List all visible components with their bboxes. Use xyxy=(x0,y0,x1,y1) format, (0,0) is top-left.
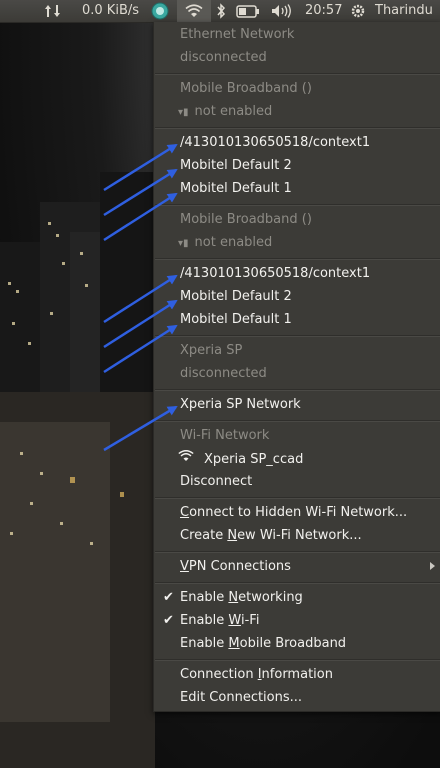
top-panel: 0.0 KiB/s 20:57 Tharindu xyxy=(0,0,440,23)
wifi-header: Wi-Fi Network xyxy=(180,428,270,443)
volume-icon[interactable] xyxy=(271,0,293,22)
network-monitor-icon[interactable] xyxy=(150,0,170,22)
ethernet-status: disconnected xyxy=(180,50,267,65)
separator xyxy=(155,659,440,661)
connection-item-context1[interactable]: /413010130650518/context1 xyxy=(180,132,370,154)
separator xyxy=(155,420,440,422)
connect-hidden-wifi-item[interactable]: Connect to Hidden Wi-Fi Network... xyxy=(180,502,407,524)
wifi-ssid: Xperia SP_ccad xyxy=(204,451,304,467)
edit-connections-item[interactable]: Edit Connections... xyxy=(180,687,302,709)
connection-item-mobitel-default-2[interactable]: Mobitel Default 2 xyxy=(180,286,292,308)
network-menu: Ethernet Network disconnected Mobile Bro… xyxy=(153,22,440,712)
wifi-network-item[interactable]: Xperia SP_ccad xyxy=(178,448,303,470)
xperia-header: Xperia SP xyxy=(180,343,243,358)
check-icon: ✔ xyxy=(163,613,174,628)
connection-information-item[interactable]: Connection Information xyxy=(180,664,333,686)
mobile-broadband-header: Mobile Broadband () xyxy=(180,212,312,227)
vpn-connections-item[interactable]: VPN Connections xyxy=(180,556,291,578)
updown-arrows-icon xyxy=(44,0,62,22)
enable-mobile-broadband-item[interactable]: Enable Mobile Broadband xyxy=(180,633,346,655)
connection-item-mobitel-default-1[interactable]: Mobitel Default 1 xyxy=(180,309,292,331)
separator xyxy=(155,389,440,391)
separator xyxy=(155,551,440,553)
clock[interactable]: 20:57 xyxy=(305,0,342,22)
xperia-status: disconnected xyxy=(180,366,267,381)
mobile-broadband-status: ▾▮ not enabled xyxy=(178,235,273,250)
separator xyxy=(155,582,440,584)
submenu-arrow-icon xyxy=(430,562,435,570)
separator xyxy=(155,204,440,206)
separator xyxy=(155,497,440,499)
create-new-wifi-item[interactable]: Create New Wi-Fi Network... xyxy=(180,525,362,547)
bluetooth-icon[interactable] xyxy=(216,0,226,22)
power-gear-icon[interactable] xyxy=(350,0,366,22)
check-icon: ✔ xyxy=(163,590,174,605)
mobile-broadband-status: ▾▮ not enabled xyxy=(178,104,273,119)
connection-item-xperia-sp-network[interactable]: Xperia SP Network xyxy=(180,394,301,416)
signal-icon: ▾▮ xyxy=(178,107,189,118)
network-speed: 0.0 KiB/s xyxy=(82,3,140,18)
enable-networking-item[interactable]: Enable Networking xyxy=(180,587,303,609)
wifi-icon[interactable] xyxy=(177,0,211,22)
connection-item-mobitel-default-1[interactable]: Mobitel Default 1 xyxy=(180,178,292,200)
disconnect-item[interactable]: Disconnect xyxy=(180,471,252,493)
battery-icon[interactable] xyxy=(236,0,260,22)
separator xyxy=(155,73,440,75)
user-name[interactable]: Tharindu xyxy=(375,0,433,22)
ethernet-header: Ethernet Network xyxy=(180,27,295,42)
signal-icon: ▾▮ xyxy=(178,238,189,249)
separator xyxy=(155,258,440,260)
mobile-broadband-header: Mobile Broadband () xyxy=(180,81,312,96)
wifi-signal-icon xyxy=(178,448,200,470)
connection-item-mobitel-default-2[interactable]: Mobitel Default 2 xyxy=(180,155,292,177)
enable-wifi-item[interactable]: Enable Wi-Fi xyxy=(180,610,259,632)
separator xyxy=(155,335,440,337)
connection-item-context1[interactable]: /413010130650518/context1 xyxy=(180,263,370,285)
separator xyxy=(155,127,440,129)
